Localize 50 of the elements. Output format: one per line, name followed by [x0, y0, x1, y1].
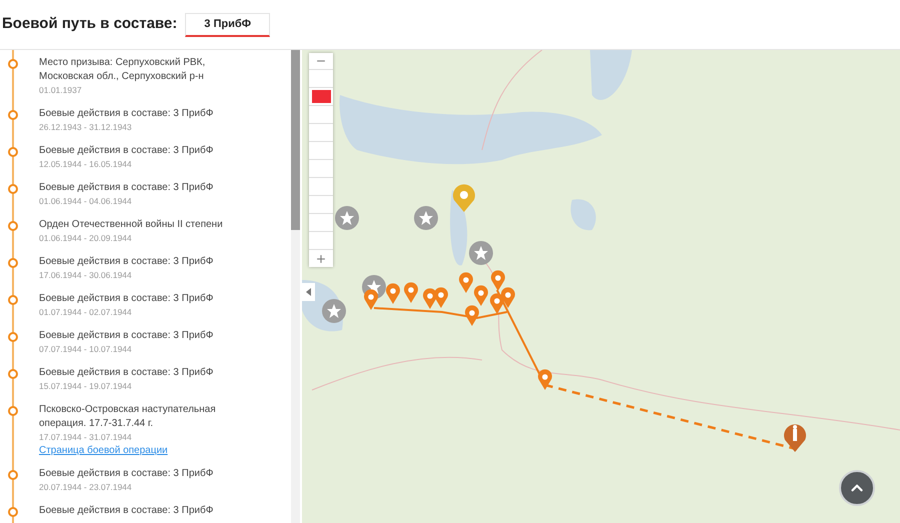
event-date: 26.12.1943 - 31.12.1943	[39, 121, 133, 134]
unit-tab[interactable]: 3 ПрибФ	[185, 12, 270, 36]
event-title: Боевые действия в составе: 3 ПрибФ	[39, 107, 214, 121]
star-marker-icon[interactable]	[322, 299, 346, 323]
map-pin-icon[interactable]	[434, 287, 448, 308]
map-pin-icon[interactable]	[423, 288, 437, 309]
star-marker-icon[interactable]	[469, 241, 493, 265]
event-date: 01.06.1944 - 20.09.1944	[39, 232, 133, 245]
event-title: Боевые действия в составе: 3 ПрибФ	[39, 292, 214, 306]
operation-page-link[interactable]: Страница боевой операции	[39, 444, 168, 457]
event-date: 01.01.1937	[39, 84, 83, 97]
lake-drawing	[570, 199, 596, 230]
collapse-panel-button[interactable]	[302, 283, 315, 301]
map-pin-icon[interactable]	[459, 272, 473, 293]
map-pin-icon[interactable]	[474, 285, 488, 306]
event-title: Боевые действия в составе: 3 ПрибФ	[39, 366, 214, 380]
scroll-up-button[interactable]	[839, 470, 875, 506]
medal-pin-icon[interactable]	[453, 184, 475, 212]
plus-icon	[315, 252, 327, 264]
star-marker-icon[interactable]	[414, 206, 438, 230]
event-title: Боевые действия в составе: 3 ПрибФ	[39, 181, 214, 195]
lake-drawing	[590, 50, 632, 100]
left-triangle-icon	[306, 288, 311, 296]
event-title: Боевые действия в составе: 3 ПрибФ	[39, 144, 214, 158]
event-title: Боевые действия в составе: 3 ПрибФ	[39, 504, 214, 518]
event-title: Псковско-Островская наступательная операция. 17.7-31.7.44 г.	[39, 403, 217, 431]
scrollbar-thumb[interactable]	[291, 50, 300, 230]
event-date: 01.06.1944 - 04.06.1944	[39, 195, 133, 208]
event-date: 20.07.1944 - 23.07.1944	[39, 481, 133, 494]
event-date: 17.06.1944 - 30.06.1944	[39, 269, 133, 282]
event-title: Боевые действия в составе: 3 ПрибФ	[39, 467, 214, 481]
event-date: 15.07.1944 - 19.07.1944	[39, 380, 133, 393]
map-pin-icon[interactable]	[538, 369, 552, 390]
event-title: Орден Отечественной войны II степени	[39, 218, 223, 232]
map-pin-icon[interactable]	[364, 289, 378, 310]
zoom-level-step[interactable]	[309, 88, 333, 106]
event-date: 17.07.1944 - 31.07.1944	[39, 431, 133, 444]
map-pin-icon[interactable]	[386, 283, 400, 304]
event-title: Место призыва: Серпуховский РВК, Московская обл., Серпуховский р-н	[39, 56, 206, 84]
map-pin-icon[interactable]	[490, 293, 504, 314]
event-title: Боевые действия в составе: 3 ПрибФ	[39, 329, 214, 343]
event-date: 01.07.1944 - 02.07.1944	[39, 306, 133, 319]
event-title: Боевые действия в составе: 3 ПрибФ	[39, 255, 214, 269]
event-date: 07.07.1944 - 10.07.1944	[39, 343, 133, 356]
event-date: 12.05.1944 - 16.05.1944	[39, 158, 133, 171]
section-title: Боевой путь в составе:	[2, 14, 178, 34]
map-pin-icon[interactable]	[491, 270, 505, 291]
map-pin-icon[interactable]	[404, 282, 418, 303]
star-marker-icon[interactable]	[335, 206, 359, 230]
map-pin-icon[interactable]	[465, 305, 479, 326]
